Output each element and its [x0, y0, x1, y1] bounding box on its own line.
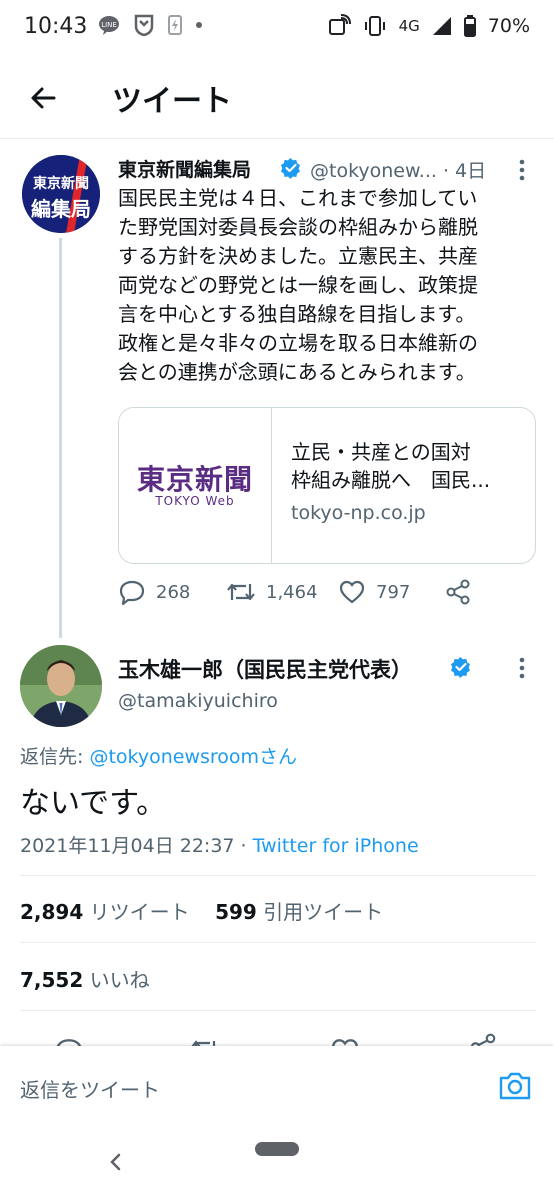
retweet-button[interactable]: 1,464: [226, 578, 318, 606]
tweet-text-line: 政権と是々非々の立場を取る日本維新の: [118, 331, 478, 355]
status-time: 10:43: [24, 14, 88, 39]
tweet-text-line: 国民民主党は４日、これまで参加してい: [118, 186, 478, 210]
like-count: 797: [376, 581, 411, 603]
more-icon[interactable]: [518, 158, 526, 182]
retweet-stats: 2,894 リツイート 599 引用ツイート: [20, 896, 383, 925]
shield-icon: [134, 14, 154, 36]
back-arrow-icon: [31, 87, 56, 109]
more-icon[interactable]: [518, 656, 526, 680]
author-handle: @tokyonew... · 4日: [310, 160, 487, 182]
app-header: ツイート: [0, 56, 554, 139]
flash-icon: [168, 15, 182, 35]
avatar-text-top: 東京新聞: [33, 176, 89, 192]
signal-icon: [432, 17, 451, 35]
tweet-timestamp: 2021年11月04日 22:37 ·: [20, 835, 253, 857]
heart-icon: [339, 580, 365, 604]
tweet-client-link[interactable]: Twitter for iPhone: [253, 835, 419, 857]
divider: [20, 1010, 536, 1011]
nfc-icon: [328, 14, 351, 35]
battery-icon: [463, 15, 476, 37]
like-stats[interactable]: 7,552 いいね: [20, 964, 150, 993]
tweet-time: · 4日: [442, 160, 487, 182]
verified-icon: [280, 157, 300, 179]
link-card-domain: tokyo-np.co.jp: [291, 502, 426, 524]
quote-stat[interactable]: 599 引用ツイート: [215, 900, 383, 924]
author-name[interactable]: 東京新聞編集局: [118, 155, 251, 182]
camera-button[interactable]: [497, 1068, 537, 1108]
reply-to-link[interactable]: @tokyonewsroomさん: [89, 746, 297, 768]
back-button[interactable]: [24, 78, 64, 118]
divider: [20, 875, 536, 876]
system-icons: 4G 70%: [327, 14, 530, 38]
camera-icon: [499, 1072, 531, 1100]
like-button[interactable]: 797: [338, 578, 410, 606]
status-bar: 10:43 LINE 4G 70%: [0, 0, 554, 56]
svg-text:LINE: LINE: [101, 21, 117, 29]
reply-composer-bar: 返信をツイート: [0, 1046, 554, 1200]
author-handle: @tamakiyuichiro: [118, 690, 278, 712]
network-label: 4G: [398, 17, 420, 35]
tokyo-web-label: TOKYO Web: [155, 494, 235, 508]
thread-connector: [59, 238, 62, 638]
avatar-photo: [20, 645, 102, 727]
retweet-stat[interactable]: 2,894 リツイート: [20, 900, 190, 924]
dot-icon: [196, 22, 202, 28]
reply-button[interactable]: 268: [118, 578, 190, 606]
divider: [20, 942, 536, 943]
avatar-text-bottom: 編集局: [31, 197, 91, 221]
tweet-text: 国民民主党は４日、これまで参加してい た野党国対委員長会談の枠組みから離脱 する…: [118, 184, 538, 387]
retweet-icon: [227, 583, 255, 601]
reply-to-label: 返信先: @tokyonewsroomさん: [20, 746, 298, 768]
retweet-count: 1,464: [266, 581, 318, 603]
avatar-tokyonewsroom[interactable]: 東京新聞 編集局: [22, 155, 100, 233]
reply-count: 268: [156, 581, 191, 603]
tweet-text-line: 言を中心とする独自路線を目指します。: [118, 302, 476, 326]
line-icon: LINE: [99, 16, 119, 35]
reply-input[interactable]: 返信をツイート: [20, 1074, 160, 1103]
share-icon: [446, 579, 470, 605]
tweet-actions: 268 1,464 797: [118, 578, 538, 610]
battery-percent: 70%: [487, 15, 530, 37]
tweet-text-line: 両党などの野党とは一線を画し、政策提: [118, 273, 478, 297]
tokyo-shimbun-logo: 東京新聞: [136, 463, 253, 496]
link-card[interactable]: 東京新聞 TOKYO Web 立民・共産との国対 枠組み離脱へ 国民... to…: [118, 407, 536, 564]
notification-icons: LINE: [98, 14, 202, 36]
link-card-title: 立民・共産との国対 枠組み離脱へ 国民...: [291, 440, 491, 492]
reply-icon: [119, 580, 145, 606]
page-title: ツイート: [112, 84, 232, 119]
chevron-left-icon: [110, 1153, 121, 1171]
share-button[interactable]: [444, 578, 472, 606]
nav-back-button[interactable]: [104, 1150, 128, 1174]
tweet-text-line: する方針を決めました。立憲民主、共産: [118, 244, 478, 268]
tweet-text-line: 会との連携が念頭にあるとみられます。: [118, 360, 476, 384]
verified-icon: [450, 656, 470, 678]
link-card-thumbnail: 東京新聞 TOKYO Web: [119, 408, 272, 563]
avatar-tamakiyuichiro[interactable]: [20, 645, 102, 727]
tweet-text: ないです。: [20, 786, 167, 821]
tweet-meta: 2021年11月04日 22:37 · Twitter for iPhone: [20, 831, 419, 858]
home-gesture-pill[interactable]: [255, 1142, 299, 1156]
tweet-text-line: た野党国対委員長会談の枠組みから離脱: [118, 215, 478, 239]
vibrate-icon: [364, 16, 385, 36]
author-name[interactable]: 玉木雄一郎（国民民主党代表）: [118, 654, 412, 684]
